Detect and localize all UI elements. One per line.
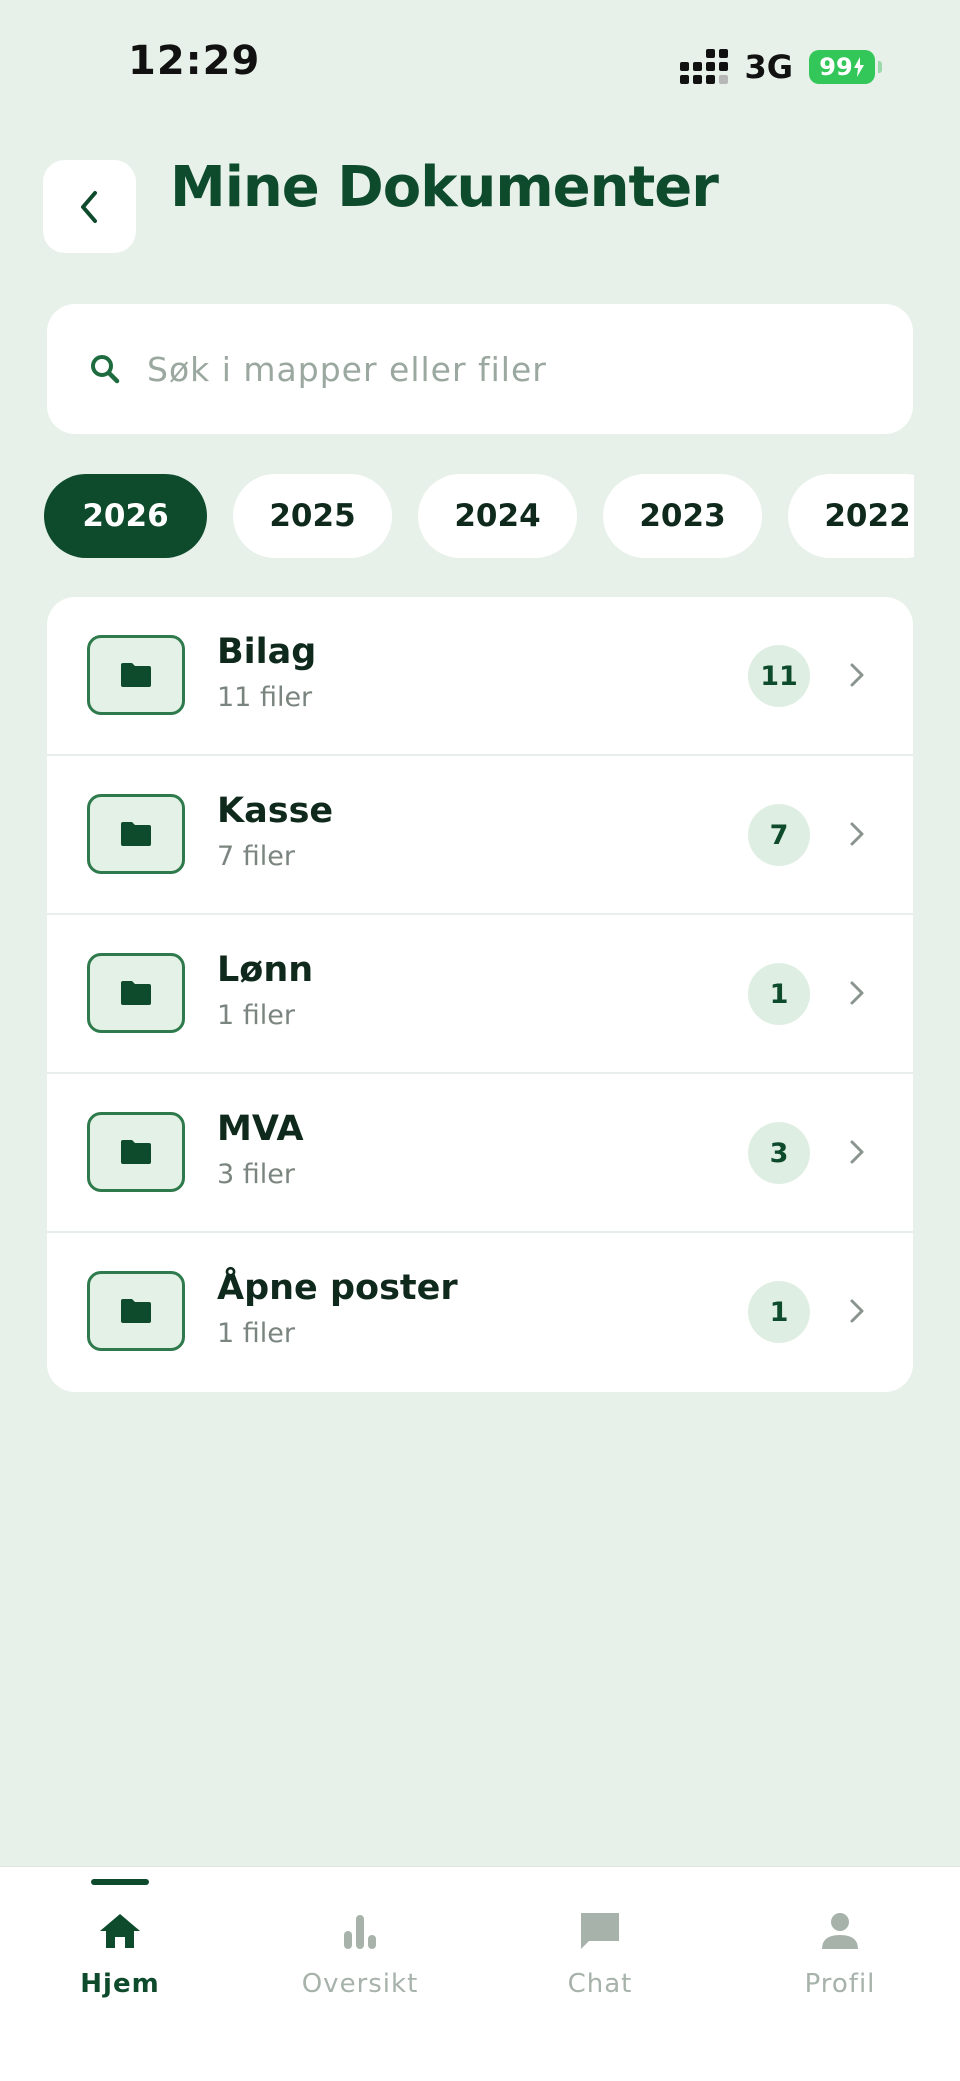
count-badge: 7: [748, 804, 810, 866]
folder-row-mva[interactable]: MVA 3 filer 3: [47, 1074, 913, 1233]
back-button[interactable]: [43, 160, 136, 253]
mobile-screen: 12:29 3G 99 Mine Dokumenter Søk i mapper…: [0, 0, 960, 2081]
folder-text: MVA 3 filer: [217, 1109, 304, 1190]
status-indicators: 3G 99: [680, 48, 882, 86]
year-chip-2026[interactable]: 2026: [44, 474, 207, 558]
year-filter: 2026 2025 2024 2023 2022: [44, 474, 914, 560]
status-bar: 12:29 3G 99: [0, 0, 960, 130]
battery-icon: 99: [809, 50, 882, 84]
folder-icon: [87, 953, 185, 1033]
folder-name: Kasse: [217, 791, 334, 831]
chevron-left-icon: [80, 190, 97, 223]
nav-label: Oversikt: [301, 1969, 419, 1999]
nav-item-hjem[interactable]: Hjem: [40, 1907, 200, 1999]
folder-file-count: 7 filer: [217, 841, 295, 872]
chevron-right-icon: [839, 1293, 875, 1329]
folder-file-count: 3 filer: [217, 1159, 295, 1190]
year-chip-2024[interactable]: 2024: [418, 474, 577, 558]
year-chip-2023[interactable]: 2023: [603, 474, 762, 558]
chevron-right-icon: [839, 975, 875, 1011]
home-icon: [96, 1907, 144, 1955]
folder-icon: [87, 635, 185, 715]
folder-icon: [87, 1112, 185, 1192]
person-icon: [816, 1907, 864, 1955]
folder-row-bilag[interactable]: Bilag 11 filer 11: [47, 597, 913, 756]
folder-text: Åpne poster 1 filer: [217, 1268, 458, 1349]
folder-name: Lønn: [217, 950, 314, 990]
search-bar[interactable]: [47, 304, 913, 434]
folder-row-kasse[interactable]: Kasse 7 filer 7: [47, 756, 913, 915]
folder-file-count: 1 filer: [217, 1318, 295, 1349]
folder-file-count: 11 filer: [217, 682, 313, 713]
folder-text: Lønn 1 filer: [217, 950, 313, 1031]
year-chip-track: 2026 2025 2024 2023 2022: [44, 474, 914, 558]
folder-name: Bilag: [217, 632, 317, 672]
battery-level: 99: [819, 53, 853, 81]
bar-chart-icon: [336, 1907, 384, 1955]
count-badge: 1: [748, 963, 810, 1025]
chevron-right-icon: [839, 816, 875, 852]
folder-name: Åpne poster: [217, 1268, 458, 1308]
signal-icon: [680, 49, 729, 84]
year-chip-2022[interactable]: 2022: [788, 474, 914, 558]
folder-row-apne-poster[interactable]: Åpne poster 1 filer 1: [47, 1233, 913, 1392]
bottom-nav: Hjem Oversikt Chat Profil: [0, 1866, 960, 2081]
count-badge: 11: [748, 645, 810, 707]
nav-item-chat[interactable]: Chat: [520, 1907, 680, 1999]
chevron-right-icon: [839, 1134, 875, 1170]
nav-item-profil[interactable]: Profil: [760, 1907, 920, 1999]
folder-text: Kasse 7 filer: [217, 791, 333, 872]
year-chip-2025[interactable]: 2025: [233, 474, 392, 558]
folder-icon: [87, 1271, 185, 1351]
nav-label: Hjem: [80, 1969, 160, 1999]
count-badge: 1: [748, 1281, 810, 1343]
chevron-right-icon: [839, 657, 875, 693]
nav-label: Profil: [804, 1969, 876, 1999]
active-tab-indicator: [91, 1879, 149, 1885]
search-icon: [87, 351, 123, 387]
chat-icon: [576, 1907, 624, 1955]
count-badge: 3: [748, 1122, 810, 1184]
search-input[interactable]: [147, 349, 847, 389]
folder-name: MVA: [217, 1109, 304, 1149]
nav-item-oversikt[interactable]: Oversikt: [280, 1907, 440, 1999]
page-title: Mine Dokumenter: [170, 155, 719, 220]
folder-file-count: 1 filer: [217, 1000, 295, 1031]
network-type: 3G: [744, 48, 793, 86]
folder-list: Bilag 11 filer 11 Kasse 7 filer 7 Lønn 1…: [47, 597, 913, 1392]
folder-text: Bilag 11 filer: [217, 632, 316, 713]
charging-bolt-icon: [853, 57, 864, 77]
nav-label: Chat: [567, 1969, 633, 1999]
folder-row-lonn[interactable]: Lønn 1 filer 1: [47, 915, 913, 1074]
status-time: 12:29: [128, 38, 261, 84]
folder-icon: [87, 794, 185, 874]
